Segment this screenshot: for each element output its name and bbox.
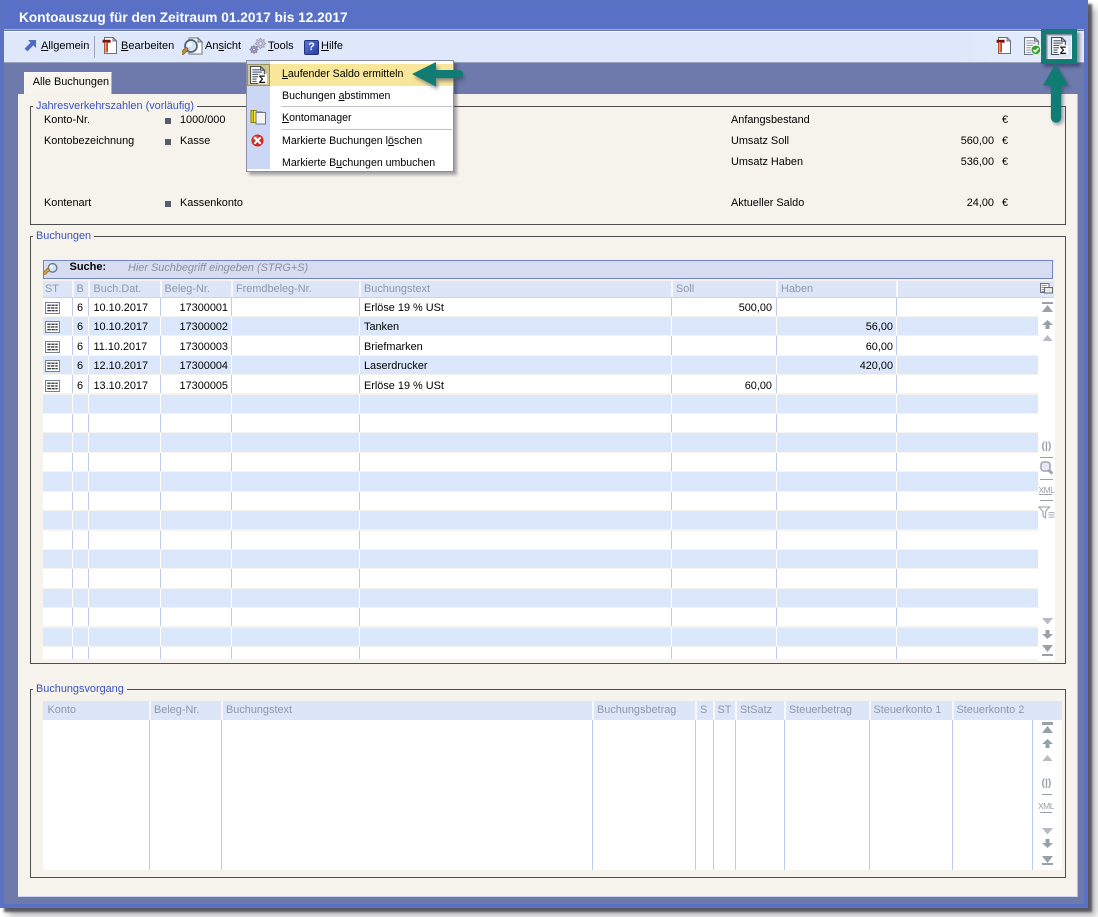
- svg-text:Σ: Σ: [259, 74, 266, 84]
